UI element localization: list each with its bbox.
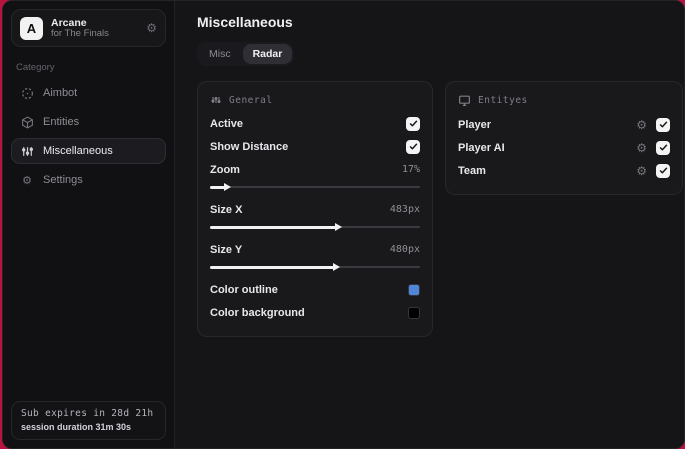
category-label: Category <box>16 62 55 73</box>
player-ai-gear-icon[interactable]: ⚙ <box>636 142 647 154</box>
show-distance-checkbox[interactable] <box>406 139 420 154</box>
entity-row-player-ai: Player AI ⚙ <box>458 136 670 159</box>
sliders-icon <box>210 94 222 106</box>
crosshair-icon <box>20 87 34 100</box>
sidebar-item-label: Aimbot <box>43 87 78 99</box>
color-row-background: Color background <box>210 301 420 324</box>
sidebar: A Arcane for The Finals ⚙ Category Aimbo… <box>3 1 175 448</box>
size-x-value: 483px <box>389 204 420 215</box>
team-checkbox[interactable] <box>656 163 670 178</box>
slider-row-size-x: Size X 483px <box>210 203 420 216</box>
player-ai-checkbox[interactable] <box>656 140 670 155</box>
slider-thumb[interactable] <box>223 183 231 191</box>
app-name: Arcane <box>51 16 87 29</box>
size-y-value: 480px <box>389 244 420 255</box>
sidebar-item-entities[interactable]: Entities <box>11 109 166 135</box>
player-gear-icon[interactable]: ⚙ <box>636 119 647 131</box>
team-gear-icon[interactable]: ⚙ <box>636 165 647 177</box>
slider-thumb[interactable] <box>332 263 340 271</box>
entity-row-player: Player ⚙ <box>458 113 670 136</box>
page-title: Miscellaneous <box>197 14 293 30</box>
sidebar-item-label: Miscellaneous <box>43 145 113 157</box>
sidebar-item-label: Entities <box>43 116 80 128</box>
general-panel: General Active Show Distance Zoom 17% Si… <box>197 81 433 337</box>
app-card: A Arcane for The Finals ⚙ <box>11 9 166 47</box>
app-logo: A <box>20 16 43 40</box>
toggle-row-active: Active <box>210 112 420 135</box>
cube-icon <box>20 115 34 129</box>
sliders-icon <box>20 145 34 158</box>
entity-row-team: Team ⚙ <box>458 159 670 182</box>
slider-thumb[interactable] <box>335 223 342 231</box>
color-outline-swatch[interactable] <box>408 283 420 296</box>
zoom-value: 17% <box>401 164 420 175</box>
main-content: Miscellaneous Misc Radar General Active … <box>175 1 684 448</box>
sidebar-item-aimbot[interactable]: Aimbot <box>11 80 166 106</box>
player-checkbox[interactable] <box>656 117 670 132</box>
sidebar-nav: Aimbot Entities Miscellaneous ⚙ Settings <box>11 80 166 193</box>
sidebar-item-settings[interactable]: ⚙ Settings <box>11 167 166 193</box>
tab-misc[interactable]: Misc <box>199 44 241 64</box>
gear-icon: ⚙ <box>22 174 32 187</box>
sidebar-item-label: Settings <box>43 174 83 186</box>
sub-expiry-text: Sub expires in 28d 21h <box>21 408 154 419</box>
size-x-slider[interactable] <box>210 223 420 231</box>
session-duration-text: session duration 31m 30s <box>21 422 132 432</box>
tab-radar[interactable]: Radar <box>242 44 293 64</box>
panel-title: Entityes <box>478 95 528 106</box>
toggle-row-show-distance: Show Distance <box>210 135 420 158</box>
monitor-icon <box>458 94 471 107</box>
sidebar-item-miscellaneous[interactable]: Miscellaneous <box>11 138 166 164</box>
slider-row-zoom: Zoom 17% <box>210 163 420 176</box>
tab-bar: Misc Radar <box>197 42 295 66</box>
zoom-slider[interactable] <box>210 183 420 191</box>
app-subtitle: for The Finals <box>51 27 109 39</box>
active-checkbox[interactable] <box>406 116 420 131</box>
panel-title: General <box>229 94 273 106</box>
slider-row-size-y: Size Y 480px <box>210 243 420 256</box>
subscription-card: Sub expires in 28d 21h session duration … <box>11 401 166 440</box>
color-background-swatch[interactable] <box>408 306 420 319</box>
app-window: A Arcane for The Finals ⚙ Category Aimbo… <box>2 0 685 449</box>
settings-gear-icon[interactable]: ⚙ <box>146 21 157 35</box>
color-row-outline: Color outline <box>210 278 420 301</box>
size-y-slider[interactable] <box>210 263 420 271</box>
entities-panel: Entityes Player ⚙ Player AI ⚙ Team ⚙ <box>445 81 683 195</box>
